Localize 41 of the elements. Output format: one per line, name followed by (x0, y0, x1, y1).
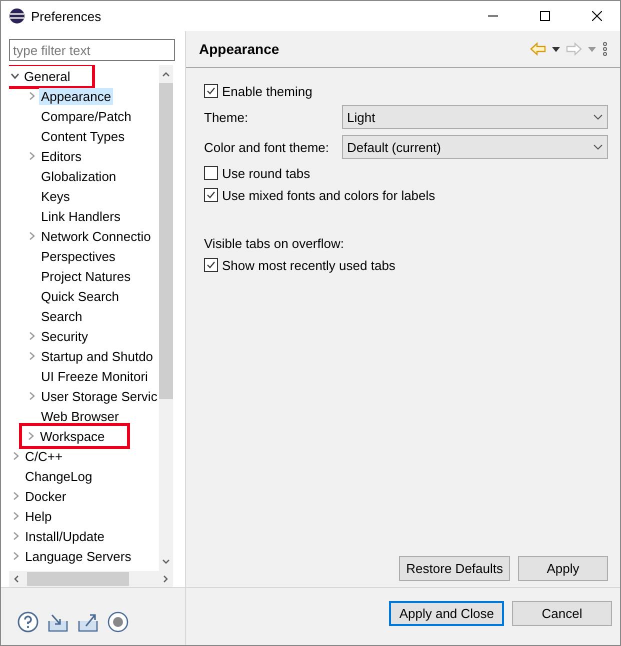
tree-item[interactable]: Language Servers (23, 548, 134, 564)
checkbox-label: Use round tabs (222, 166, 310, 180)
tree-item[interactable]: User Storage Servic (39, 388, 159, 404)
field-label: Theme: (204, 110, 250, 124)
tree-item[interactable]: Compare/Patch (39, 108, 134, 124)
tree-item[interactable]: Network Connectio (39, 228, 153, 244)
tree-item[interactable]: ChangeLog (23, 468, 94, 484)
tree-item[interactable]: Editors (39, 148, 84, 164)
restore-defaults-button[interactable]: Restore Defaults (399, 556, 510, 581)
section-label: Visible tabs on overflow: (204, 236, 344, 250)
tree-item[interactable]: Search (39, 308, 84, 324)
tree-item[interactable]: Startup and Shutdo (39, 348, 156, 364)
tree-item[interactable]: Docker (23, 488, 68, 504)
apply-button[interactable]: Apply (518, 556, 608, 581)
checkbox-label: Enable theming (222, 84, 312, 98)
tree-item[interactable]: Quick Search (39, 288, 122, 304)
filter-field[interactable]: type filter text (9, 39, 175, 61)
tree-item[interactable]: UI Freeze Monitori (39, 368, 150, 384)
cancel-button[interactable]: Cancel (512, 601, 612, 626)
tree-item[interactable]: Workspace (38, 428, 107, 444)
tree-item[interactable]: Globalization (39, 168, 118, 184)
tree-item[interactable]: Security (39, 328, 90, 344)
tree-item[interactable]: Appearance (39, 88, 114, 104)
tree-item[interactable]: Content Types (39, 128, 127, 144)
field-label: Color and font theme: (204, 140, 330, 154)
tree-item[interactable]: C/C++ (23, 448, 65, 464)
checkbox-label: Show most recently used tabs (222, 258, 396, 272)
tree-item[interactable]: Keys (39, 188, 72, 204)
tree-item[interactable]: Project Natures (39, 268, 133, 284)
tree-item[interactable]: Web Browser (39, 408, 121, 424)
apply-and-close-button[interactable]: Apply and Close (389, 601, 504, 626)
tree-item[interactable]: Perspectives (39, 248, 118, 264)
dropdown[interactable]: Light (342, 105, 608, 129)
tree-item[interactable]: Install/Update (23, 528, 106, 544)
page-title: Appearance (199, 41, 280, 57)
dropdown[interactable]: Default (current) (342, 135, 608, 159)
tree-item[interactable]: General (22, 68, 72, 84)
checkbox-label: Use mixed fonts and colors for labels (222, 188, 436, 202)
window-title: Preferences (31, 8, 102, 24)
tree-item[interactable]: Link Handlers (39, 208, 122, 224)
tree-item[interactable]: Help (23, 508, 54, 524)
